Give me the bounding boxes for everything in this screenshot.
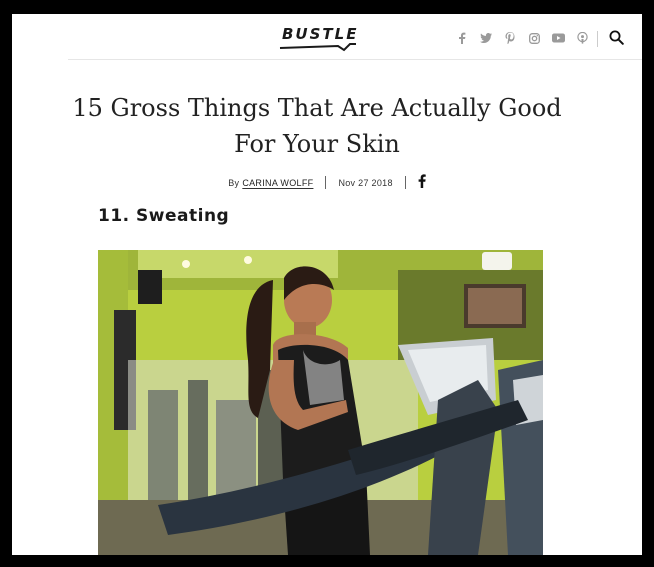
twitter-icon[interactable] (474, 30, 498, 46)
gym-treadmill-photo (98, 250, 543, 555)
byline-divider (325, 176, 327, 189)
article-page: BUSTLE 15 Gross Things That Are Actually… (12, 14, 642, 555)
author-link[interactable]: CARINA WOLFF (242, 178, 313, 188)
section-heading: 11. Sweating (98, 206, 230, 226)
facebook-share-icon[interactable] (418, 174, 426, 191)
logo-swoosh-icon (279, 43, 356, 52)
podcast-icon[interactable] (570, 30, 594, 46)
header-divider (597, 31, 598, 47)
header-rule (68, 59, 642, 60)
pinterest-icon[interactable] (498, 30, 522, 46)
instagram-icon[interactable] (522, 30, 546, 46)
article-photo (98, 250, 543, 555)
facebook-icon[interactable] (450, 30, 474, 46)
publish-date: Nov 27 2018 (338, 177, 393, 188)
social-links (450, 30, 594, 46)
youtube-icon[interactable] (546, 30, 570, 46)
site-header: BUSTLE (12, 14, 642, 60)
site-logo[interactable]: BUSTLE (282, 25, 358, 43)
search-icon[interactable] (609, 30, 624, 50)
byline-prefix: By (228, 177, 240, 188)
byline-divider (404, 176, 406, 189)
byline: By CARINA WOLFF Nov 27 2018 (12, 174, 642, 191)
article-title: 15 Gross Things That Are Actually Good F… (72, 94, 562, 158)
